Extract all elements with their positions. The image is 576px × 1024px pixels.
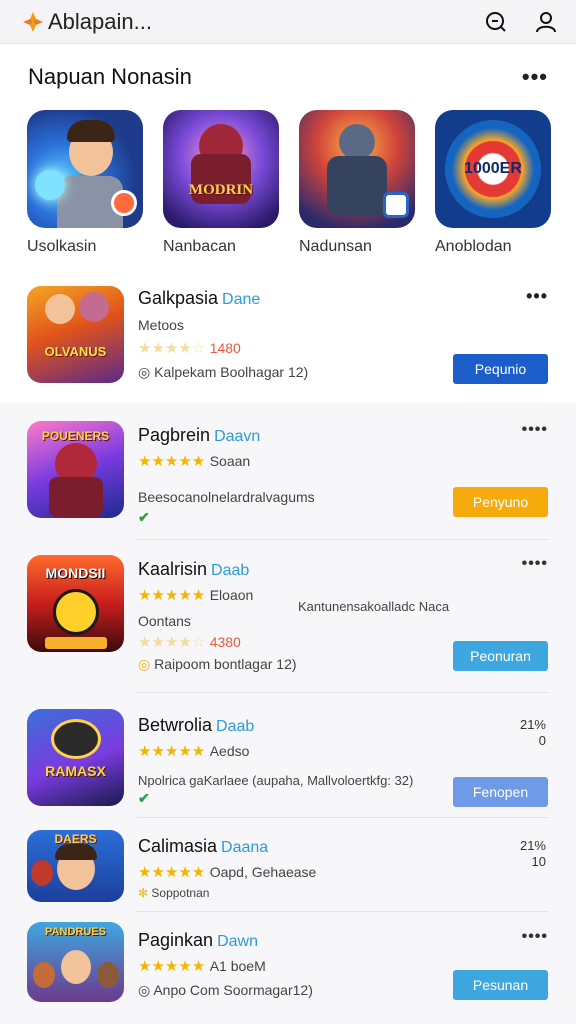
- rating-stars: ★★★★☆: [138, 634, 206, 651]
- percent-value: 21%: [519, 838, 546, 853]
- rating-stars: ★★★★★: [138, 453, 206, 470]
- featured-label: Usolkasin: [27, 238, 97, 255]
- rating-label: Soaan: [209, 453, 251, 469]
- app-name: Kaalrisin: [138, 559, 208, 579]
- app-artwork: RAMASX: [27, 709, 124, 806]
- divider: [137, 692, 549, 693]
- app-artwork: 1000ER: [435, 110, 551, 228]
- list-item[interactable]: DAERS Calimasia Daana ★★★★★ Oapd, Gehaeas…: [0, 830, 576, 902]
- action-button[interactable]: Fenopen: [453, 777, 548, 807]
- app-artwork: OLVANUS: [27, 286, 124, 383]
- app-artwork: POUENERS: [27, 421, 124, 518]
- rating-stars: ★★★★☆: [138, 340, 206, 357]
- more-options-icon[interactable]: ••••: [522, 555, 548, 573]
- app-art-text: MODRIN: [188, 182, 254, 198]
- app-tag: Daab: [211, 562, 250, 579]
- action-button[interactable]: Penyuno: [453, 487, 548, 517]
- app-art-text: OLVANUS: [44, 344, 107, 359]
- app-art-text: RAMASX: [45, 763, 106, 779]
- sparkle-icon: ✻: [138, 886, 152, 900]
- action-button[interactable]: Pequnio: [453, 354, 548, 384]
- app-tag: Dane: [222, 291, 261, 308]
- more-options-icon[interactable]: ••••: [522, 421, 548, 439]
- rating-stars: ★★★★★: [138, 864, 206, 881]
- rating-stars: ★★★★★: [138, 743, 206, 760]
- app-subtitle: Oontans: [138, 613, 191, 629]
- user-icon[interactable]: [532, 8, 560, 36]
- app-name: Galkpasia: [138, 288, 219, 308]
- app-tag: Dawn: [217, 933, 258, 950]
- list-item[interactable]: RAMASX Betwrolia Daab ★★★★★ Aedso Npolric…: [0, 709, 576, 807]
- list-item[interactable]: PANDRUES Paginkan Dawn ★★★★★ A1 boeM ◎ An…: [0, 922, 576, 1002]
- app-description: Kantunensakoalladc Naca: [298, 599, 450, 614]
- featured-app-3[interactable]: Nadunsan: [299, 110, 415, 256]
- chat-search-icon[interactable]: [482, 8, 510, 36]
- app-artwork: PANDRUES: [27, 922, 124, 1002]
- featured-app-2[interactable]: MODRIN Nanbacan: [163, 110, 279, 256]
- app-meta: Raipoom bontlagar 12): [154, 656, 297, 672]
- app-subtitle: Metoos: [138, 317, 184, 333]
- featured-label: Nanbacan: [163, 238, 236, 255]
- app-header: Ablapain...: [0, 0, 576, 44]
- app-artwork: [27, 110, 143, 228]
- action-button[interactable]: Peonuran: [453, 641, 548, 671]
- app-art-text: PANDRUES: [45, 926, 106, 938]
- more-options-icon[interactable]: •••: [522, 64, 548, 90]
- app-meta: Anpo Com Soormagar12): [153, 982, 313, 998]
- divider: [137, 539, 549, 540]
- info-icon: ◎: [138, 364, 155, 380]
- rating-count: 1480: [209, 340, 241, 356]
- divider: [137, 817, 549, 818]
- featured-label: Nadunsan: [299, 238, 372, 255]
- featured-app-4[interactable]: 1000ER Anoblodan: [435, 110, 551, 256]
- info-icon: ◎: [138, 982, 154, 998]
- list-item[interactable]: MONDSII Kaalrisin Daab ★★★★★ Eloaon Kantu…: [0, 555, 576, 673]
- app-name: Betwrolia: [138, 715, 213, 735]
- rating-count: 4380: [209, 634, 241, 650]
- more-options-icon[interactable]: •••: [526, 286, 548, 307]
- more-options-icon[interactable]: ••••: [522, 928, 548, 946]
- info-icon: ◎: [138, 656, 155, 672]
- rating-label: A1 boeM: [209, 958, 266, 974]
- rating-label: Oapd, Gehaease: [209, 864, 317, 880]
- app-title: Ablapain...: [48, 8, 152, 34]
- app-artwork: DAERS: [27, 830, 124, 902]
- rating-label: Aedso: [209, 743, 250, 759]
- app-artwork: [299, 110, 415, 228]
- app-art-text: POUENERS: [41, 429, 110, 443]
- app-artwork: MONDSII: [27, 555, 124, 652]
- featured-label: Anoblodan: [435, 238, 512, 255]
- app-meta: Soppotnan: [151, 886, 210, 900]
- featured-app-1[interactable]: Usolkasin: [27, 110, 143, 256]
- rating-stars: ★★★★★: [138, 958, 206, 975]
- app-tag: Daavn: [214, 428, 261, 445]
- percent-sub: 0: [538, 733, 546, 748]
- rating-label: Eloaon: [209, 587, 254, 603]
- app-meta: Kalpekam Boolhagar 12): [154, 364, 309, 380]
- app-name: Pagbrein: [138, 425, 211, 445]
- list-item[interactable]: POUENERS Pagbrein Daavn ★★★★★ Soaan Beeso…: [0, 421, 576, 526]
- app-logo-icon: [23, 11, 43, 32]
- app-tag: Daana: [221, 839, 269, 856]
- app-tag: Daab: [216, 718, 255, 735]
- featured-section: Napuan Nonasin ••• Usolkasin MODRIN Nanb…: [0, 44, 576, 256]
- app-artwork: MODRIN: [163, 110, 279, 228]
- app-art-text: MONDSII: [45, 565, 106, 581]
- app-art-text: 1000ER: [464, 160, 522, 177]
- rating-stars: ★★★★★: [138, 587, 206, 604]
- app-name: Calimasia: [138, 836, 218, 856]
- section-title: Napuan Nonasin: [28, 64, 192, 89]
- divider: [137, 911, 549, 912]
- percent-sub: 10: [531, 854, 546, 869]
- app-name: Paginkan: [138, 930, 214, 950]
- list-item[interactable]: OLVANUS Galkpasia Dane Metoos ★★★★☆ 1480 …: [0, 286, 576, 384]
- percent-value: 21%: [519, 717, 546, 732]
- action-button[interactable]: Pesunan: [453, 970, 548, 1000]
